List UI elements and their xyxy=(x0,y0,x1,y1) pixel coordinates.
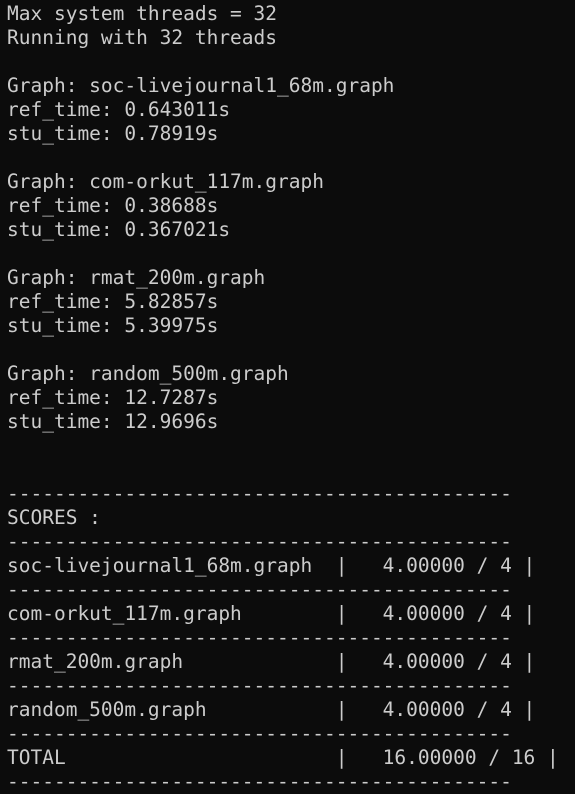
separator-line: ----------------------------------------… xyxy=(7,674,512,697)
terminal-line: stu_time: 0.78919s xyxy=(7,122,219,145)
score-row: random_500m.graph | 4.00000 / 4 | xyxy=(7,698,536,721)
separator-line: ----------------------------------------… xyxy=(7,722,512,745)
terminal-line: stu_time: 0.367021s xyxy=(7,218,231,241)
terminal-line: ref_time: 0.38688s xyxy=(7,194,219,217)
terminal-line: ref_time: 5.82857s xyxy=(7,290,219,313)
scores-heading: SCORES : xyxy=(7,506,101,529)
terminal-line: Graph: rmat_200m.graph xyxy=(7,266,266,289)
separator-line: ----------------------------------------… xyxy=(7,578,512,601)
separator-line: ----------------------------------------… xyxy=(7,530,512,553)
terminal-window[interactable]: Max system threads = 32 Running with 32 … xyxy=(0,0,575,793)
terminal-line: stu_time: 12.9696s xyxy=(7,410,219,433)
separator-line: ----------------------------------------… xyxy=(7,482,512,505)
score-row: soc-livejournal1_68m.graph | 4.00000 / 4… xyxy=(7,554,536,577)
terminal-line: Graph: com-orkut_117m.graph xyxy=(7,170,324,193)
score-row: rmat_200m.graph | 4.00000 / 4 | xyxy=(7,650,536,673)
terminal-line: Max system threads = 32 xyxy=(7,2,278,25)
terminal-line: ref_time: 0.643011s xyxy=(7,98,231,121)
score-row: com-orkut_117m.graph | 4.00000 / 4 | xyxy=(7,602,536,625)
terminal-line: stu_time: 5.39975s xyxy=(7,314,219,337)
terminal-line: Running with 32 threads xyxy=(7,26,278,49)
terminal-line: Graph: random_500m.graph xyxy=(7,362,289,385)
separator-line: ----------------------------------------… xyxy=(7,770,512,793)
separator-line: ----------------------------------------… xyxy=(7,626,512,649)
terminal-line: Graph: soc-livejournal1_68m.graph xyxy=(7,74,395,97)
terminal-line: ref_time: 12.7287s xyxy=(7,386,219,409)
total-score-row: TOTAL | 16.00000 / 16 | xyxy=(7,746,559,769)
